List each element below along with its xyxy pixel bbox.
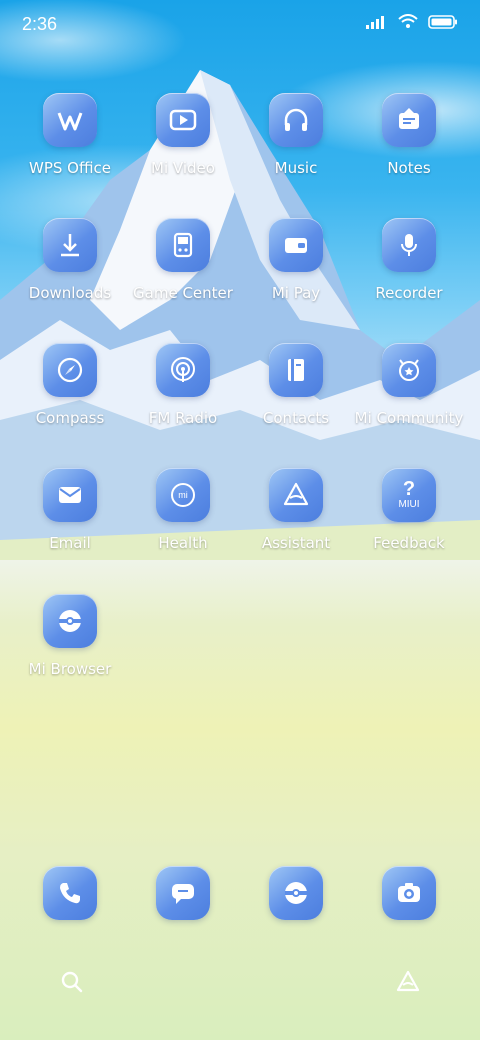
feedback-icon: ? MIUI — [382, 468, 436, 522]
download-icon — [43, 218, 97, 272]
app-label: Compass — [35, 409, 105, 427]
app-notes[interactable]: Notes — [353, 93, 465, 177]
dock-messaging[interactable] — [127, 866, 239, 920]
app-fm-radio[interactable]: FM Radio — [127, 343, 239, 427]
wallet-icon — [269, 218, 323, 272]
status-time: 2:36 — [22, 14, 58, 34]
assistant-icon — [269, 468, 323, 522]
app-compass[interactable]: Compass — [14, 343, 126, 427]
dock-browser[interactable] — [240, 866, 352, 920]
app-wps-office[interactable]: WPS Office — [14, 93, 126, 177]
app-label: Music — [274, 159, 318, 177]
video-icon — [156, 93, 210, 147]
app-label: Assistant — [261, 534, 331, 552]
dock-phone[interactable] — [14, 866, 126, 920]
app-feedback[interactable]: ? MIUI Feedback — [353, 468, 465, 552]
camera-icon — [382, 866, 436, 920]
radio-icon — [156, 343, 210, 397]
app-label: Game Center — [133, 284, 233, 302]
app-mi-community[interactable]: Mi Community — [353, 343, 465, 427]
app-label: Contacts — [262, 409, 330, 427]
wifi-icon — [398, 14, 418, 33]
gamepad-icon — [156, 218, 210, 272]
app-recorder[interactable]: Recorder — [353, 218, 465, 302]
app-label: Notes — [387, 159, 431, 177]
contacts-book-icon — [269, 343, 323, 397]
app-mi-pay[interactable]: Mi Pay — [240, 218, 352, 302]
app-label: Feedback — [373, 534, 445, 552]
assistant-icon[interactable] — [386, 960, 430, 1004]
browser-icon — [269, 866, 323, 920]
app-label: Health — [158, 534, 208, 552]
wps-icon — [43, 93, 97, 147]
battery-icon — [428, 14, 458, 33]
app-label: Email — [49, 534, 91, 552]
email-icon — [43, 468, 97, 522]
feedback-badge: MIUI — [398, 499, 420, 510]
health-icon: mi — [156, 468, 210, 522]
app-label: WPS Office — [29, 159, 111, 177]
system-icons — [366, 14, 458, 33]
status-bar: 2:36 — [0, 0, 480, 48]
notes-icon — [382, 93, 436, 147]
app-label: Mi Video — [151, 159, 215, 177]
app-assistant[interactable]: Assistant — [240, 468, 352, 552]
bottom-bar — [0, 960, 480, 1004]
search-icon[interactable] — [50, 960, 94, 1004]
app-game-center[interactable]: Game Center — [127, 218, 239, 302]
message-icon — [156, 866, 210, 920]
app-label: Mi Browser — [28, 660, 112, 678]
app-mi-browser[interactable]: Mi Browser — [14, 594, 126, 678]
app-music[interactable]: Music — [240, 93, 352, 177]
microphone-icon — [382, 218, 436, 272]
app-label: Recorder — [375, 284, 443, 302]
app-label: Downloads — [28, 284, 112, 302]
compass-icon — [43, 343, 97, 397]
app-email[interactable]: Email — [14, 468, 126, 552]
dock-camera[interactable] — [353, 866, 465, 920]
signal-icon — [366, 14, 388, 33]
app-health[interactable]: mi Health — [127, 468, 239, 552]
community-icon — [382, 343, 436, 397]
app-mi-video[interactable]: Mi Video — [127, 93, 239, 177]
browser-icon — [43, 594, 97, 648]
app-contacts[interactable]: Contacts — [240, 343, 352, 427]
headphones-icon — [269, 93, 323, 147]
phone-icon — [43, 866, 97, 920]
app-label: Mi Pay — [271, 284, 321, 302]
app-label: FM Radio — [148, 409, 218, 427]
app-label: Mi Community — [354, 409, 464, 427]
health-badge: mi — [178, 490, 188, 500]
app-downloads[interactable]: Downloads — [14, 218, 126, 302]
